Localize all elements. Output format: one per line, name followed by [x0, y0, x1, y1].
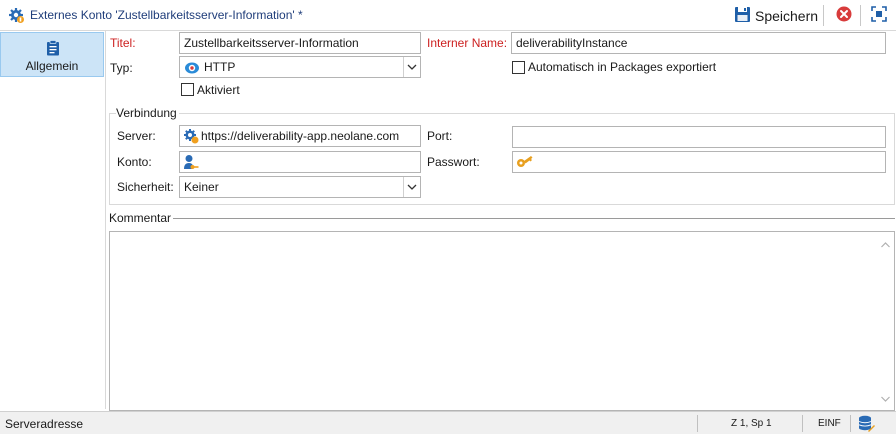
auto-export-label: Automatisch in Packages exportiert [528, 60, 717, 74]
status-divider [850, 415, 851, 432]
type-select-value: HTTP [204, 60, 236, 74]
close-button[interactable] [833, 5, 855, 26]
user-key-icon [183, 154, 199, 172]
comment-scrollbar[interactable] [877, 232, 894, 410]
clipboard-icon [46, 40, 60, 59]
server-field[interactable]: https://deliverability-app.neolane.com [179, 125, 421, 147]
key-icon [516, 154, 534, 172]
nav-item-allgemein[interactable]: Allgemein [0, 32, 104, 77]
server-label: Server: [117, 129, 156, 143]
port-label: Port: [427, 129, 453, 143]
server-gear-icon [183, 128, 199, 146]
fullscreen-icon [871, 6, 887, 25]
connection-group-title: Verbindung [116, 106, 179, 120]
database-icon[interactable] [858, 415, 875, 434]
type-select[interactable]: HTTP [179, 56, 421, 78]
save-button[interactable]: Speichern [731, 4, 821, 27]
security-select-value: Keiner [184, 180, 219, 194]
chevron-down-icon[interactable] [403, 177, 420, 197]
gear-account-icon [8, 7, 25, 24]
scroll-down-icon[interactable] [881, 391, 890, 405]
activated-label: Aktiviert [197, 83, 240, 97]
save-button-label: Speichern [755, 7, 819, 24]
type-label: Typ: [110, 61, 133, 75]
status-bar: Serveradresse Z 1, Sp 1 EINF [0, 411, 896, 434]
cursor-position: Z 1, Sp 1 [731, 418, 772, 429]
security-select[interactable]: Keiner [179, 176, 421, 198]
password-label: Passwort: [427, 155, 480, 169]
password-field[interactable] [512, 151, 886, 173]
status-field-hint: Serveradresse [5, 417, 84, 431]
account-label: Konto: [117, 155, 152, 169]
internal-name-field[interactable]: deliverabilityInstance [511, 32, 886, 54]
chevron-down-icon[interactable] [403, 57, 420, 77]
account-field[interactable] [179, 151, 421, 173]
auto-export-checkbox[interactable] [512, 61, 525, 74]
comment-textarea[interactable] [109, 231, 895, 411]
http-cloud-icon [184, 60, 200, 81]
title-bar: Externes Konto 'Zustellbarkeitsserver-In… [0, 0, 896, 31]
title-field[interactable]: Zustellbarkeitsserver-Information [179, 32, 421, 54]
toolbar-separator [860, 5, 861, 26]
close-circle-icon [836, 6, 852, 25]
window-title: Externes Konto 'Zustellbarkeitsserver-In… [30, 8, 303, 22]
nav-item-label: Allgemein [25, 59, 79, 73]
port-field[interactable] [512, 126, 886, 148]
comment-divider [173, 218, 895, 219]
status-divider [802, 415, 803, 432]
title-label: Titel: [110, 36, 136, 50]
insert-mode: EINF [818, 418, 841, 429]
activated-checkbox[interactable] [181, 83, 194, 96]
scroll-up-icon[interactable] [881, 237, 890, 251]
left-nav-panel: Allgemein [0, 31, 106, 409]
internal-name-label: Interner Name: [427, 36, 508, 50]
fullscreen-button[interactable] [868, 5, 890, 26]
comment-label: Kommentar [109, 211, 172, 225]
floppy-disk-icon [734, 6, 751, 26]
security-label: Sicherheit: [117, 180, 174, 194]
server-field-value: https://deliverability-app.neolane.com [201, 129, 400, 143]
toolbar-separator [823, 5, 824, 26]
status-divider [697, 415, 698, 432]
